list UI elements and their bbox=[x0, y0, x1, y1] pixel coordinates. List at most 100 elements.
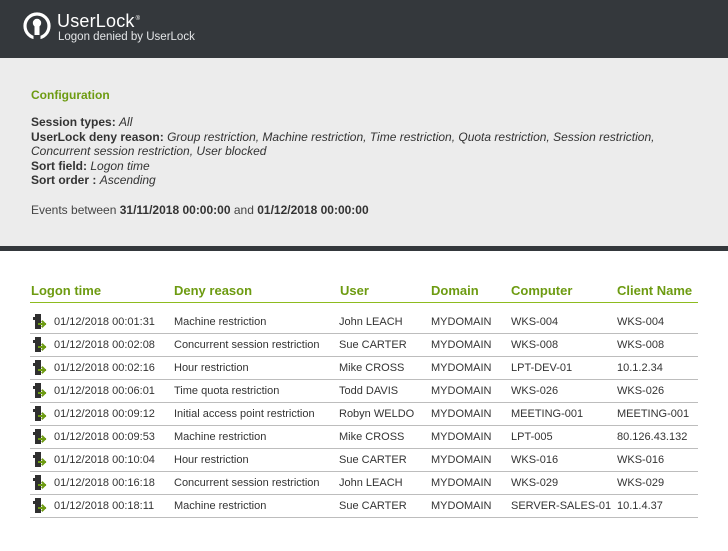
client-name-cell: WKS-026 bbox=[617, 385, 665, 397]
domain-cell: MYDOMAIN bbox=[431, 339, 492, 351]
session-types-line: Session types: All bbox=[31, 115, 691, 130]
client-name-cell: WKS-029 bbox=[617, 477, 665, 489]
column-header-computer[interactable]: Computer bbox=[511, 283, 572, 298]
events-start: 31/11/2018 00:00:00 bbox=[119, 203, 231, 217]
domain-cell: MYDOMAIN bbox=[431, 477, 492, 489]
deny-reason-cell: Concurrent session restriction bbox=[174, 477, 320, 489]
domain-cell: MYDOMAIN bbox=[431, 362, 492, 374]
sort-order-line: Sort order : Ascending bbox=[31, 173, 691, 188]
user-cell: Sue CARTER bbox=[339, 500, 407, 512]
brand-text: UserLock bbox=[57, 11, 135, 31]
deny-reason-cell: Machine restriction bbox=[174, 500, 267, 512]
trademark-mark: ® bbox=[135, 16, 141, 22]
domain-cell: MYDOMAIN bbox=[431, 385, 492, 397]
domain-cell: MYDOMAIN bbox=[431, 454, 492, 466]
logon-denied-icon bbox=[33, 337, 47, 352]
logon-denied-icon bbox=[33, 360, 47, 375]
domain-cell: MYDOMAIN bbox=[431, 316, 492, 328]
computer-cell: WKS-029 bbox=[511, 477, 559, 489]
client-name-cell: MEETING-001 bbox=[617, 408, 690, 420]
user-cell: Mike CROSS bbox=[339, 431, 405, 443]
computer-cell: WKS-004 bbox=[511, 316, 559, 328]
sort-field-value: Logon time bbox=[90, 158, 150, 173]
column-header-logon-time[interactable]: Logon time bbox=[31, 283, 101, 298]
logon-denied-icon bbox=[33, 383, 47, 398]
session-types-label: Session types: bbox=[31, 115, 116, 129]
logon-denied-icon bbox=[33, 406, 47, 421]
deny-reason-cell: Initial access point restriction bbox=[174, 408, 315, 420]
deny-reason-cell: Hour restriction bbox=[174, 362, 249, 374]
section-divider bbox=[0, 246, 728, 251]
computer-cell: WKS-016 bbox=[511, 454, 559, 466]
events-and: and bbox=[233, 203, 254, 217]
sort-field-label: Sort field: bbox=[31, 158, 87, 173]
events-range: Events between 31/11/2018 00:00:00 and 0… bbox=[31, 203, 369, 217]
column-header-user[interactable]: User bbox=[340, 283, 369, 298]
brand-name: UserLock® bbox=[57, 11, 140, 32]
client-name-cell: 10.1.2.34 bbox=[617, 362, 663, 374]
logon-time-cell: 01/12/2018 00:09:12 bbox=[54, 408, 155, 420]
table-row[interactable]: 01/12/2018 00:06:01 Time quota restrictio… bbox=[30, 380, 698, 403]
user-cell: Mike CROSS bbox=[339, 362, 405, 374]
domain-cell: MYDOMAIN bbox=[431, 431, 492, 443]
events-prefix: Events between bbox=[31, 203, 117, 217]
user-cell: John LEACH bbox=[339, 316, 403, 328]
user-cell: Robyn WELDO bbox=[339, 408, 415, 420]
sort-order-label: Sort order : bbox=[31, 173, 97, 188]
column-header-domain[interactable]: Domain bbox=[431, 283, 479, 298]
deny-reason-cell: Time quota restriction bbox=[174, 385, 280, 397]
user-cell: Sue CARTER bbox=[339, 454, 407, 466]
configuration-panel: Configuration Session types: All UserLoc… bbox=[0, 58, 728, 246]
computer-cell: SERVER-SALES-01 bbox=[511, 500, 612, 512]
logon-time-cell: 01/12/2018 00:02:08 bbox=[54, 339, 155, 351]
logon-time-cell: 01/12/2018 00:06:01 bbox=[54, 385, 155, 397]
deny-reason-label: UserLock deny reason: bbox=[31, 129, 164, 144]
column-header-client-name[interactable]: Client Name bbox=[617, 283, 692, 298]
deny-reason-cell: Machine restriction bbox=[174, 431, 267, 443]
computer-cell: WKS-008 bbox=[511, 339, 559, 351]
table-row[interactable]: 01/12/2018 00:09:12 Initial access point … bbox=[30, 403, 698, 426]
client-name-cell: WKS-008 bbox=[617, 339, 665, 351]
table-row[interactable]: 01/12/2018 00:16:18 Concurrent session re… bbox=[30, 472, 698, 495]
client-name-cell: WKS-004 bbox=[617, 316, 665, 328]
configuration-title: Configuration bbox=[31, 88, 110, 102]
table-header: Logon time Deny reason User Domain Compu… bbox=[30, 283, 698, 303]
criteria-block: Session types: All UserLock deny reason:… bbox=[31, 115, 691, 188]
session-types-value: All bbox=[119, 115, 133, 129]
table-row[interactable]: 01/12/2018 00:01:31 Machine restriction Jo… bbox=[30, 311, 698, 334]
user-cell: Sue CARTER bbox=[339, 339, 407, 351]
user-cell: John LEACH bbox=[339, 477, 403, 489]
logon-denied-icon bbox=[33, 498, 47, 513]
deny-reason-cell: Concurrent session restriction bbox=[174, 339, 320, 351]
table-row[interactable]: 01/12/2018 00:10:04 Hour restriction Sue C… bbox=[30, 449, 698, 472]
table-row[interactable]: 01/12/2018 00:02:08 Concurrent session re… bbox=[30, 334, 698, 357]
logon-time-cell: 01/12/2018 00:01:31 bbox=[54, 316, 155, 328]
client-name-cell: WKS-016 bbox=[617, 454, 665, 466]
table-row[interactable]: 01/12/2018 00:09:53 Machine restriction Mi… bbox=[30, 426, 698, 449]
logon-denied-icon bbox=[33, 429, 47, 444]
client-name-cell: 80.126.43.132 bbox=[617, 431, 688, 443]
client-name-cell: 10.1.4.37 bbox=[617, 500, 663, 512]
logon-time-cell: 01/12/2018 00:02:16 bbox=[54, 362, 155, 374]
sort-order-value: Ascending bbox=[99, 173, 156, 188]
column-header-deny-reason[interactable]: Deny reason bbox=[174, 283, 252, 298]
logon-time-cell: 01/12/2018 00:16:18 bbox=[54, 477, 155, 489]
computer-cell: LPT-DEV-01 bbox=[511, 362, 573, 374]
domain-cell: MYDOMAIN bbox=[431, 500, 492, 512]
computer-cell: LPT-005 bbox=[511, 431, 553, 443]
userlock-logo-icon bbox=[23, 12, 51, 42]
logon-time-cell: 01/12/2018 00:18:11 bbox=[54, 500, 155, 512]
logon-denied-icon bbox=[33, 314, 47, 329]
logon-denied-icon bbox=[33, 452, 47, 467]
report-header: UserLock® Logon denied by UserLock bbox=[0, 0, 728, 58]
deny-reason-cell: Machine restriction bbox=[174, 316, 267, 328]
table-row[interactable]: 01/12/2018 00:02:16 Hour restriction Mike … bbox=[30, 357, 698, 380]
domain-cell: MYDOMAIN bbox=[431, 408, 492, 420]
sort-field-line: Sort field: Logon time bbox=[31, 159, 691, 174]
computer-cell: WKS-026 bbox=[511, 385, 559, 397]
events-end: 01/12/2018 00:00:00 bbox=[257, 203, 369, 217]
user-cell: Todd DAVIS bbox=[339, 385, 399, 397]
table-row[interactable]: 01/12/2018 00:18:11 Machine restriction Su… bbox=[30, 495, 698, 518]
deny-reason-line: UserLock deny reason: Group restriction,… bbox=[31, 130, 691, 159]
deny-reason-cell: Hour restriction bbox=[174, 454, 249, 466]
